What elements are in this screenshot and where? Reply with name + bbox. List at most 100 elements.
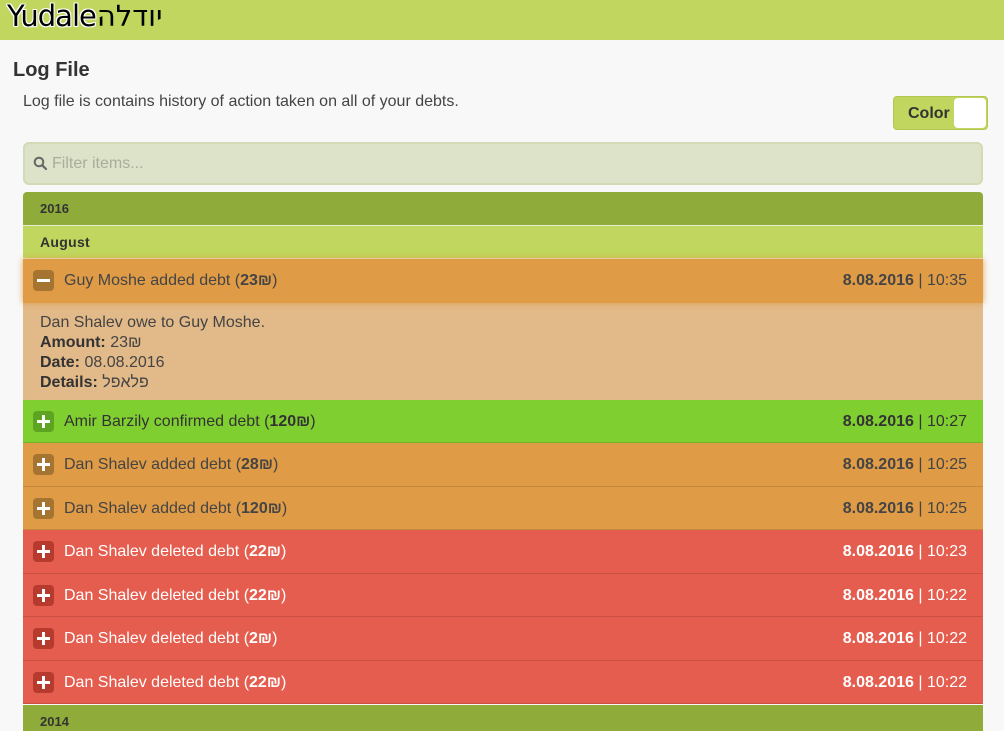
year-label: 2016: [40, 201, 69, 216]
entry-text: Dan Shalev deleted debt (22₪): [64, 673, 287, 691]
details-date: Date: 08.08.2016: [40, 353, 966, 373]
entry-time: 10:23: [926, 543, 967, 560]
entry-text: Amir Barzily confirmed debt (120₪): [64, 412, 316, 430]
entry-amount: 22₪: [249, 543, 281, 560]
entry-person: Dan Shalev: [64, 630, 147, 647]
month-label: August: [40, 234, 91, 250]
plus-icon[interactable]: [33, 454, 54, 475]
toggle-knob[interactable]: [954, 98, 986, 128]
year-header-2016[interactable]: 2016: [23, 192, 983, 226]
entry-amount: 2₪: [249, 630, 273, 647]
entry-time: 10:22: [926, 673, 967, 691]
entry-timestamp: 8.08.2016 | 10:25: [842, 499, 967, 517]
month-header-august[interactable]: August: [23, 226, 983, 259]
year-header-2014[interactable]: 2014: [23, 705, 983, 731]
details-amount-value: 23₪: [110, 333, 142, 351]
log-entry[interactable]: Amir Barzily confirmed debt (120₪) 8.08.…: [23, 399, 983, 443]
log-entry[interactable]: Dan Shalev deleted debt (22₪) 8.08.2016 …: [23, 660, 983, 704]
entry-action: deleted debt: [151, 630, 240, 647]
logo-text-en: Yudale: [7, 0, 97, 33]
entry-timestamp: 8.08.2016 | 10:35: [842, 272, 967, 289]
entry-date: 8.08.2016: [842, 673, 914, 691]
entry-timestamp: 8.08.2016 | 10:22: [842, 673, 967, 691]
logo-text-he: יודלה: [96, 0, 163, 33]
entry-amount: 23₪: [240, 272, 273, 289]
entry-text: Dan Shalev deleted debt (22₪): [64, 586, 287, 604]
entry-amount: 22₪: [249, 586, 281, 604]
entry-time: 10:22: [926, 586, 967, 604]
log-list: 2016 August Guy Moshe added debt (23₪) 8…: [23, 192, 983, 731]
plus-icon[interactable]: [33, 410, 54, 432]
entry-details: Dan Shalev owe to Guy Moshe. Amount: 23₪…: [23, 302, 983, 400]
entry-person: Dan Shalev: [64, 456, 147, 473]
entry-timestamp: 8.08.2016 | 10:22: [842, 586, 967, 604]
entry-time: 10:25: [926, 456, 967, 473]
entry-text: Guy Moshe added debt (23₪): [64, 272, 278, 289]
page-title: Log File: [13, 59, 90, 81]
plus-icon[interactable]: [33, 584, 54, 606]
entry-date: 8.08.2016: [842, 499, 914, 517]
entry-text: Dan Shalev deleted debt (22₪): [64, 543, 287, 560]
entry-person: Dan Shalev: [64, 586, 147, 604]
entry-timestamp: 8.08.2016 | 10:23: [842, 543, 967, 560]
details-amount: Amount: 23₪: [40, 333, 966, 353]
minus-icon[interactable]: [33, 270, 54, 291]
entry-date: 8.08.2016: [842, 456, 914, 473]
entry-action: added debt: [151, 456, 232, 473]
entry-time: 10:22: [926, 630, 967, 647]
year-label: 2014: [40, 714, 69, 729]
entry-text: Dan Shalev added debt (28₪): [64, 456, 279, 473]
entry-timestamp: 8.08.2016 | 10:25: [842, 456, 967, 473]
details-amount-label: Amount:: [40, 333, 106, 351]
search-icon: [32, 155, 50, 173]
entry-date: 8.08.2016: [842, 630, 914, 647]
entry-time: 10:25: [926, 499, 967, 517]
details-details: Details: פלאפל: [40, 373, 966, 393]
plus-icon[interactable]: [33, 628, 54, 649]
details-details-label: Details:: [40, 373, 98, 391]
entry-person: Guy Moshe: [64, 272, 146, 289]
entry-date: 8.08.2016: [842, 412, 914, 430]
log-entry[interactable]: Dan Shalev deleted debt (22₪) 8.08.2016 …: [23, 530, 983, 574]
app-logo[interactable]: Yudale יודלה: [7, 0, 163, 37]
entry-person: Dan Shalev: [64, 673, 147, 691]
entry-date: 8.08.2016: [842, 543, 914, 560]
entry-amount: 22₪: [249, 673, 281, 691]
entry-amount: 120₪: [269, 412, 311, 430]
filter-bar: [23, 142, 983, 185]
entry-action: deleted debt: [151, 543, 240, 560]
entry-person: Dan Shalev: [64, 543, 147, 560]
details-date-value: 08.08.2016: [84, 353, 165, 371]
entry-action: confirmed debt: [153, 412, 260, 430]
entry-action: deleted debt: [151, 586, 240, 604]
entry-time: 10:35: [926, 272, 967, 289]
plus-icon[interactable]: [33, 497, 54, 519]
log-entry[interactable]: Dan Shalev deleted debt (22₪) 8.08.2016 …: [23, 573, 983, 617]
entry-time: 10:27: [926, 412, 967, 430]
details-summary: Dan Shalev owe to Guy Moshe.: [40, 313, 266, 331]
entry-date: 8.08.2016: [842, 272, 914, 289]
log-entry[interactable]: Guy Moshe added debt (23₪) 8.08.2016 | 1…: [23, 259, 983, 303]
entry-person: Dan Shalev: [64, 499, 147, 517]
color-toggle-label: Color: [908, 105, 950, 122]
entry-text: Dan Shalev added debt (120₪): [64, 499, 288, 517]
entry-action: added debt: [150, 272, 231, 289]
entry-action: added debt: [151, 499, 232, 517]
log-entry[interactable]: Dan Shalev added debt (28₪) 8.08.2016 | …: [23, 443, 983, 487]
entry-amount: 28₪: [241, 456, 273, 473]
entry-amount: 120₪: [241, 499, 282, 517]
filter-input[interactable]: [52, 152, 952, 176]
page-description: Log file is contains history of action t…: [23, 93, 459, 110]
entry-timestamp: 8.08.2016 | 10:22: [842, 630, 967, 647]
entry-person: Amir Barzily: [64, 412, 150, 430]
plus-icon[interactable]: [33, 671, 54, 693]
details-details-value: פלאפל: [102, 373, 149, 391]
color-toggle[interactable]: Color: [893, 96, 988, 130]
log-entry[interactable]: Dan Shalev deleted debt (2₪) 8.08.2016 |…: [23, 617, 983, 661]
entry-action: deleted debt: [151, 673, 240, 691]
entry-text: Dan Shalev deleted debt (2₪): [64, 630, 278, 647]
details-date-label: Date:: [40, 353, 81, 371]
log-entry[interactable]: Dan Shalev added debt (120₪) 8.08.2016 |…: [23, 486, 983, 530]
plus-icon[interactable]: [33, 541, 54, 562]
entry-date: 8.08.2016: [842, 586, 914, 604]
